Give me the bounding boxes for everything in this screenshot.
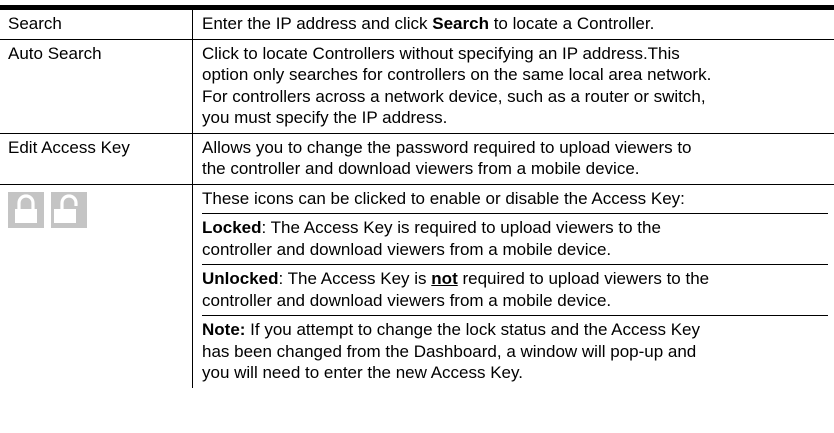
table-row-edit-access-key: Edit Access Key Allows you to change the… — [0, 133, 834, 185]
note-line2: has been changed from the Dashboard, a w… — [202, 341, 697, 361]
desc-edit-line1: Allows you to change the password requir… — [202, 137, 692, 157]
icons-intro: These icons can be clicked to enable or … — [202, 188, 828, 214]
unlocked-label: Unlocked — [202, 269, 279, 288]
term-auto-search: Auto Search — [0, 39, 193, 134]
note-line1: If you attempt to change the lock status… — [245, 320, 700, 339]
locked-line2: controller and download viewers from a m… — [202, 239, 612, 259]
table-row-lock-icons: These icons can be clicked to enable or … — [0, 184, 834, 388]
desc-search-post: to locate a Controller. — [488, 14, 655, 33]
unlocked-mid1: : The Access Key is — [278, 269, 432, 288]
description-table: Search Enter the IP address and click Se… — [0, 5, 834, 388]
desc-search: Enter the IP address and click Search to… — [192, 7, 834, 40]
note-label: Note: — [202, 320, 246, 339]
note-description: Note: If you attempt to change the lock … — [202, 316, 828, 384]
desc-auto-search-line2: option only searches for controllers on … — [202, 65, 712, 84]
table-row-search: Search Enter the IP address and click Se… — [0, 7, 834, 40]
unlocked-not: not — [431, 269, 458, 288]
desc-auto-search-line3: For controllers across a network device,… — [202, 86, 706, 106]
desc-auto-search-line1: Click to locate Controllers without spec… — [202, 43, 680, 63]
unlock-icon[interactable] — [51, 191, 87, 228]
desc-access-key-icons: These icons can be clicked to enable or … — [192, 184, 834, 388]
unlocked-mid2: required to upload viewers to the — [457, 269, 710, 288]
desc-auto-search-line4: you must specify the IP address. — [202, 108, 448, 127]
unlocked-description: Unlocked: The Access Key is not required… — [202, 265, 828, 316]
term-edit-access-key: Edit Access Key — [0, 133, 193, 185]
desc-auto-search: Click to locate Controllers without spec… — [192, 39, 834, 134]
locked-line1: : The Access Key is required to upload v… — [261, 218, 661, 237]
lock-icons-group — [8, 188, 184, 228]
unlocked-line2: controller and download viewers from a m… — [202, 290, 612, 310]
locked-description: Locked: The Access Key is required to up… — [202, 214, 828, 265]
table-row-auto-search: Auto Search Click to locate Controllers … — [0, 39, 834, 134]
icons-cell — [0, 184, 193, 388]
lock-icon[interactable] — [8, 191, 44, 228]
desc-edit-access-key: Allows you to change the password requir… — [192, 133, 834, 185]
desc-search-bold: Search — [432, 14, 489, 33]
term-search: Search — [0, 7, 193, 40]
note-line3: you will need to enter the new Access Ke… — [202, 363, 523, 382]
locked-label: Locked — [202, 218, 262, 237]
desc-edit-line2: the controller and download viewers from… — [202, 159, 640, 178]
desc-search-pre: Enter the IP address and click — [202, 14, 433, 33]
